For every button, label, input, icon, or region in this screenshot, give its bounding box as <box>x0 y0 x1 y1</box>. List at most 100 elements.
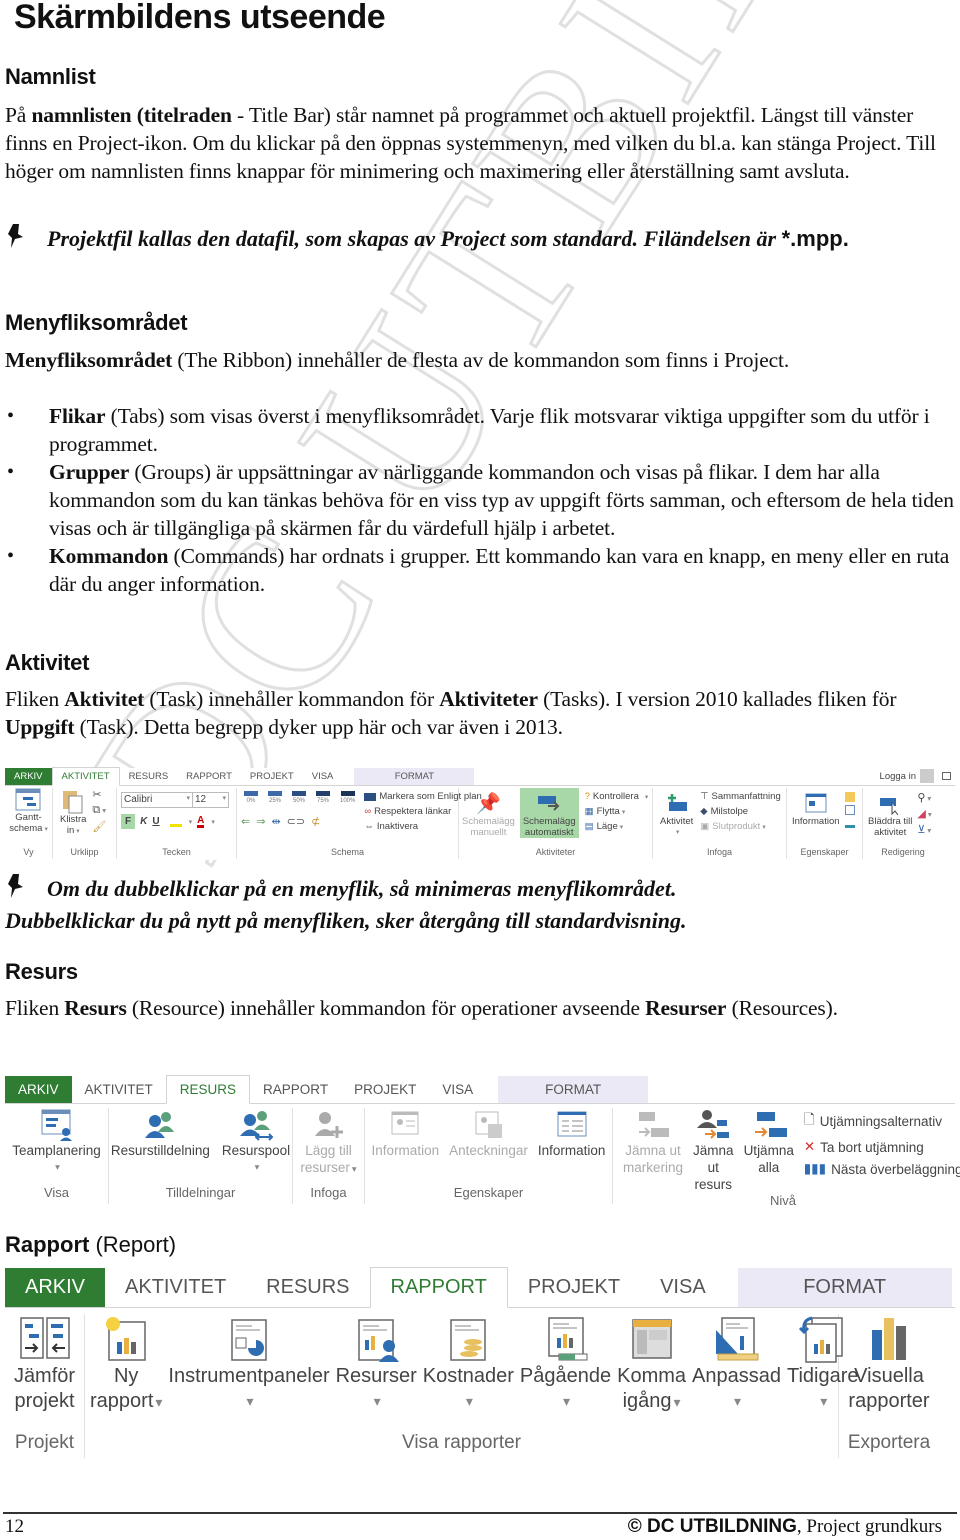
tab-format[interactable]: FORMAT <box>498 1076 649 1103</box>
group-egenskaper: Information Anteckningar Information Ege… <box>365 1108 613 1204</box>
assign-resources-button[interactable]: Resurstilldelning <box>107 1108 214 1159</box>
clear-leveling-button[interactable]: ✕ Ta bort utjämning <box>804 1139 960 1155</box>
ribbon-tabs: ARKIV AKTIVITET RESURS RAPPORT PROJEKT V… <box>5 1267 955 1308</box>
scroll-to-task-button[interactable]: Bläddra till aktivitet <box>865 788 915 838</box>
team-planner-button[interactable]: Teamplanering ▾ <box>8 1108 105 1176</box>
visual-reports-icon <box>872 1318 906 1360</box>
tab-aktivitet[interactable]: AKTIVITET <box>72 1076 166 1103</box>
tab-projekt[interactable]: PROJEKT <box>508 1268 640 1307</box>
tab-rapport[interactable]: RAPPORT <box>369 1267 508 1308</box>
paste-button[interactable]: Klistra in ▾ <box>57 788 89 837</box>
notes-button[interactable]: Anteckningar <box>445 1108 532 1159</box>
percent-0-button[interactable]: 0% <box>241 791 261 807</box>
information-button[interactable]: Information <box>789 788 843 827</box>
leveling-options-button[interactable]: 🗋 Utjämningsalternativ <box>804 1110 960 1133</box>
costs-report-icon <box>450 1319 487 1361</box>
next-overallocation-button[interactable]: ▮▮▮ Nästa överbeläggning <box>804 1161 960 1177</box>
fill-icon[interactable]: ⊻ ▾ <box>917 823 931 836</box>
ribbon-resurs: ARKIV AKTIVITET RESURS RAPPORT PROJEKT V… <box>5 1075 960 1208</box>
ribbon-tabs: ARKIV AKTIVITET RESURS RAPPORT PROJEKT V… <box>5 1075 955 1104</box>
clear-icon[interactable]: ◢ ▾ <box>917 807 931 820</box>
user-avatar-icon[interactable] <box>920 769 934 783</box>
tab-resurs[interactable]: RESURS <box>246 1268 369 1307</box>
unlink-tasks-icon[interactable]: ⊄ <box>311 815 320 828</box>
tab-visa[interactable]: VISA <box>640 1268 726 1307</box>
heading-aktivitet: Aktivitet <box>5 650 90 675</box>
inspect-icon: ? <box>584 791 590 802</box>
gantt-chart-button[interactable]: Gantt- schema ▾ <box>6 788 51 835</box>
login-link[interactable]: Logga in <box>880 771 916 782</box>
tab-resurs[interactable]: RESURS <box>165 1075 251 1104</box>
heading-resurs: Resurs <box>5 959 78 984</box>
add-resources-button[interactable]: Lägg till resurser ▾ <box>296 1108 360 1178</box>
move-button[interactable]: ▦ Flytta ▾ <box>585 806 649 817</box>
italic-button[interactable]: K <box>140 816 147 827</box>
resource-pool-button[interactable]: Resurspool ▾ <box>218 1108 294 1176</box>
deliverable-button[interactable]: ▣ Slutprodukt ▾ <box>700 821 780 832</box>
level-resource-button[interactable]: Jämna ut resurs <box>689 1108 738 1193</box>
percent-75-button[interactable]: 75% <box>313 791 333 807</box>
details-button[interactable]: Information <box>534 1108 610 1159</box>
level-resource-icon <box>697 1110 730 1139</box>
tab-rapport[interactable]: RAPPORT <box>250 1076 341 1103</box>
find-icon[interactable]: ⚲ ▾ <box>917 791 931 804</box>
font-name-dropdown[interactable]: Calibri ▾ <box>121 792 193 808</box>
percent-100-button[interactable]: 100% <box>337 791 358 807</box>
paragraph-menyflik: Menyfliksområdet (The Ribbon) innehåller… <box>5 348 790 372</box>
underline-button[interactable]: U <box>152 816 159 827</box>
resources-report-button[interactable]: Resurser ▾ <box>333 1314 420 1414</box>
next-overallocation-icon: ▮▮▮ <box>803 1161 827 1176</box>
auto-schedule-button[interactable]: Schemalägg automatiskt <box>519 788 579 838</box>
split-task-icon[interactable]: ⇹ <box>271 815 280 828</box>
copy-icon[interactable]: ⧉ ▾ <box>92 804 106 817</box>
mode-button[interactable]: ▤ Läge ▾ <box>585 821 649 832</box>
tab-arkiv[interactable]: ARKIV <box>5 768 52 785</box>
add-to-timeline-icon[interactable] <box>844 818 855 828</box>
dashboards-button[interactable]: Instrumentpaneler ▾ <box>165 1314 332 1414</box>
font-color-icon[interactable]: A <box>197 815 205 828</box>
insert-task-button[interactable]: Aktivitet ▾ <box>657 788 696 838</box>
manually-schedule-button[interactable]: 📌 Schemalägg manuellt <box>459 788 518 838</box>
tab-visa[interactable]: VISA <box>429 1076 486 1103</box>
costs-report-button[interactable]: Kostnader ▾ <box>420 1314 517 1414</box>
tab-arkiv[interactable]: ARKIV <box>5 1076 72 1103</box>
tab-format[interactable]: FORMAT <box>737 1268 952 1307</box>
tab-resurs[interactable]: RESURS <box>120 768 178 785</box>
in-progress-button[interactable]: Pågående ▾ <box>517 1314 614 1414</box>
restore-icon[interactable] <box>942 772 951 780</box>
tab-aktivitet[interactable]: AKTIVITET <box>51 767 120 786</box>
group-aktiviteter: 📌 Schemalägg manuellt Schemalägg automat… <box>459 788 653 859</box>
link-tasks-icon[interactable]: ⊂⊃ <box>287 815 305 828</box>
level-selection-button[interactable]: Jämna ut markering <box>619 1108 687 1176</box>
tab-rapport[interactable]: RAPPORT <box>177 768 241 785</box>
bold-button[interactable]: F <box>121 814 136 829</box>
tab-aktivitet[interactable]: AKTIVITET <box>105 1268 246 1307</box>
getting-started-button[interactable]: Komma igång ▾ <box>614 1314 689 1415</box>
tab-format[interactable]: FORMAT <box>354 768 475 785</box>
outdent-icon[interactable]: ⇐ <box>241 815 250 828</box>
new-report-button[interactable]: Ny rapport ▾ <box>87 1314 165 1415</box>
percent-25-button[interactable]: 25% <box>265 791 285 807</box>
font-size-dropdown[interactable]: 12 ▾ <box>193 792 229 808</box>
percent-50-button[interactable]: 50% <box>289 791 309 807</box>
level-all-button[interactable]: Utjämna alla <box>740 1108 798 1176</box>
tab-arkiv[interactable]: ARKIV <box>5 1268 106 1307</box>
information-button[interactable]: Information <box>368 1108 444 1159</box>
inspect-button[interactable]: ? Kontrollera ▾ <box>585 791 649 802</box>
summary-button[interactable]: ⊤ Sammanfattning <box>700 791 780 802</box>
format-painter-icon[interactable]: 🖌 <box>92 820 106 833</box>
leveling-options-icon: 🗋 <box>803 1112 815 1127</box>
tab-visa[interactable]: VISA <box>303 768 343 785</box>
tab-projekt[interactable]: PROJEKT <box>241 768 303 785</box>
indent-icon[interactable]: ⇒ <box>256 815 265 828</box>
custom-report-button[interactable]: Anpassad ▾ <box>689 1314 784 1414</box>
compare-projects-button[interactable]: Jämför projekt <box>11 1314 78 1414</box>
tab-projekt[interactable]: PROJEKT <box>341 1076 429 1103</box>
details-icon[interactable] <box>844 805 855 815</box>
notes-icon[interactable] <box>844 792 855 802</box>
milestone-button[interactable]: ◆ Milstolpe <box>700 806 780 817</box>
cut-icon[interactable]: ✂ <box>92 788 106 801</box>
highlight-color-icon[interactable] <box>169 817 182 827</box>
compare-projects-icon <box>19 1317 70 1359</box>
visual-reports-button[interactable]: Visuella rapporter <box>845 1314 932 1414</box>
